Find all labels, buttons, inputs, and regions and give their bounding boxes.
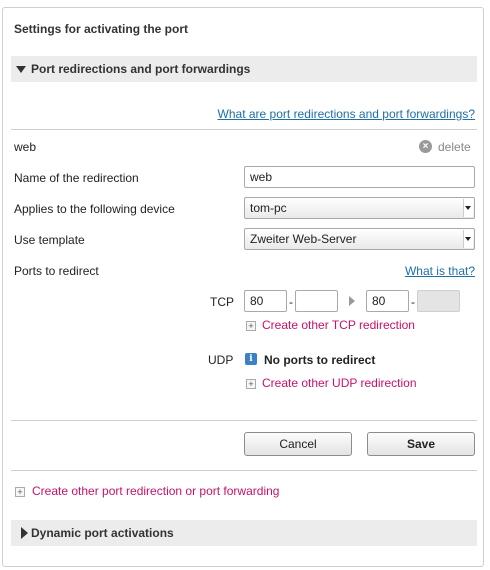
arrow-right-icon: [349, 296, 355, 306]
device-select-value: tom-pc: [250, 201, 287, 215]
name-input[interactable]: web: [244, 166, 475, 188]
entry-name: web: [14, 140, 37, 154]
device-select[interactable]: tom-pc: [244, 197, 475, 219]
create-tcp-link[interactable]: Create other TCP redirection: [262, 318, 415, 332]
info-icon: i: [245, 353, 257, 365]
name-label: Name of the redirection: [14, 171, 139, 185]
tcp-from-end-input[interactable]: [295, 290, 338, 312]
section-title: Port redirections and port forwardings: [31, 62, 251, 76]
plus-icon: +: [15, 487, 25, 497]
delete-label: delete: [438, 140, 471, 154]
tcp-to-start-input[interactable]: 80: [366, 290, 409, 312]
section-title: Dynamic port activations: [31, 526, 174, 540]
create-other-forwarding-link[interactable]: Create other port redirection or port fo…: [32, 484, 279, 498]
tcp-label: TCP: [210, 295, 234, 309]
template-select-value: Zweiter Web-Server: [250, 232, 357, 246]
range-dash: -: [289, 295, 293, 309]
chevron-down-icon: [463, 199, 473, 217]
range-dash: -: [411, 295, 415, 309]
divider: [11, 470, 477, 471]
expand-arrow-icon: [21, 527, 28, 539]
cancel-button[interactable]: Cancel: [244, 432, 352, 456]
ports-label: Ports to redirect: [14, 264, 99, 278]
help-link-port-redirections[interactable]: What are port redirections and port forw…: [218, 107, 475, 121]
template-label: Use template: [14, 233, 85, 247]
udp-label: UDP: [208, 353, 234, 367]
chevron-down-icon: [463, 230, 473, 248]
template-select[interactable]: Zweiter Web-Server: [244, 228, 475, 250]
delete-button[interactable]: × delete: [419, 140, 475, 154]
plus-icon: +: [246, 379, 256, 389]
divider: [11, 420, 477, 421]
delete-icon: ×: [419, 140, 432, 153]
device-label: Applies to the following device: [14, 202, 175, 216]
udp-no-ports-text: No ports to redirect: [264, 353, 376, 367]
panel-title: Settings for activating the port: [14, 22, 189, 36]
section-port-redirections-header[interactable]: Port redirections and port forwardings: [11, 56, 477, 82]
tcp-to-end-input: [417, 290, 460, 312]
section-dynamic-port-header[interactable]: Dynamic port activations: [11, 520, 477, 546]
settings-panel: Settings for activating the port Port re…: [2, 7, 484, 567]
save-button[interactable]: Save: [367, 432, 475, 456]
plus-icon: +: [246, 321, 256, 331]
collapse-arrow-icon: [16, 66, 26, 73]
divider: [11, 129, 477, 130]
create-udp-link[interactable]: Create other UDP redirection: [262, 376, 417, 390]
ports-help-link[interactable]: What is that?: [405, 264, 475, 278]
tcp-from-start-input[interactable]: 80: [244, 290, 287, 312]
